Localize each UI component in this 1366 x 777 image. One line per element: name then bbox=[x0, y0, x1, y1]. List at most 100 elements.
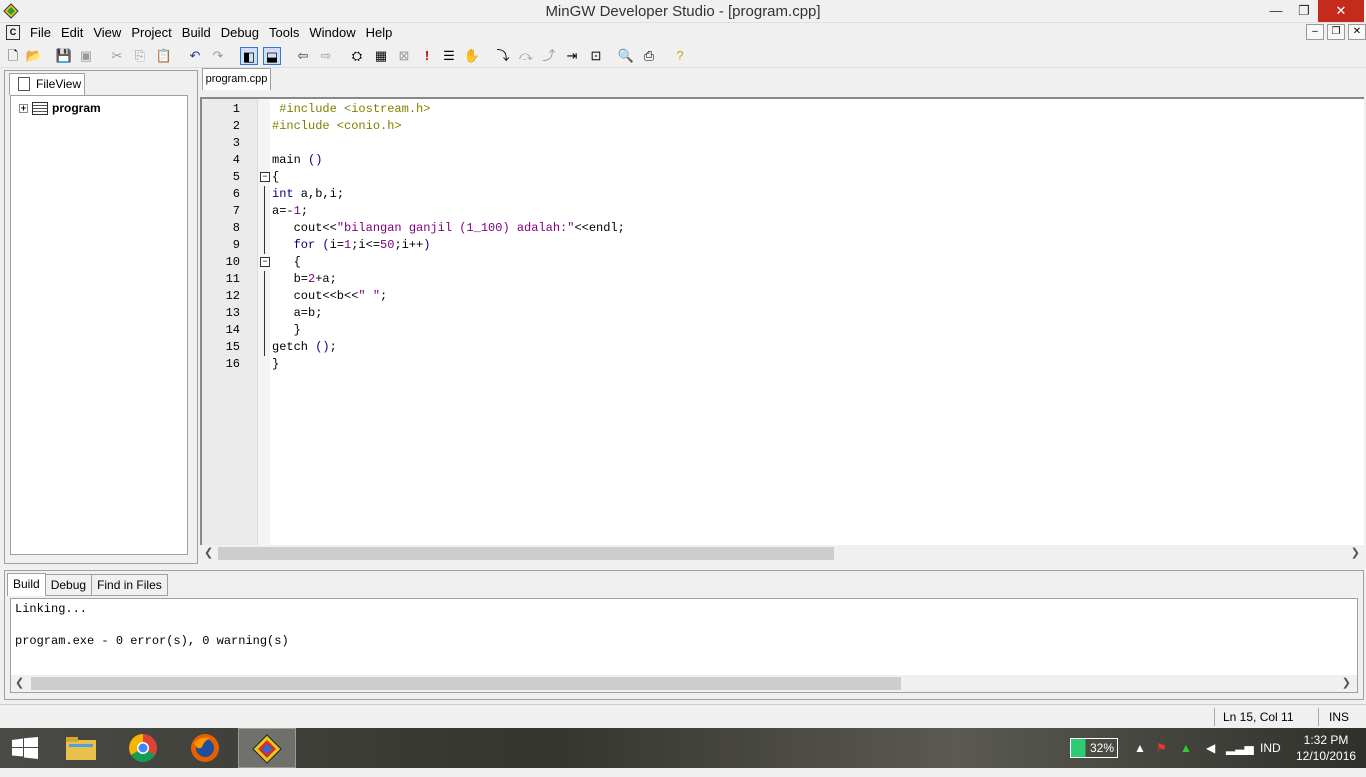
print-icon[interactable]: ⎙ bbox=[640, 47, 658, 65]
scrollbar-thumb[interactable] bbox=[31, 677, 901, 690]
cut-icon[interactable]: ✂ bbox=[108, 47, 126, 65]
menu-window[interactable]: Window bbox=[309, 25, 363, 40]
fold-collapse-icon[interactable]: − bbox=[260, 172, 270, 182]
mdi-restore-button[interactable]: ❐ bbox=[1327, 24, 1345, 40]
editor-horizontal-scrollbar[interactable]: ❮ ❯ bbox=[200, 545, 1364, 562]
code-editor[interactable]: 1 #include <iostream.h> 2 #include <conio.… bbox=[200, 97, 1364, 547]
output-horizontal-scrollbar[interactable]: ❮ ❯ bbox=[11, 675, 1357, 692]
execute-icon[interactable]: ! bbox=[418, 47, 436, 65]
restore-button[interactable]: ❐ bbox=[1290, 0, 1318, 22]
menu-file[interactable]: File bbox=[30, 25, 59, 40]
paste-icon[interactable]: 📋 bbox=[155, 47, 173, 65]
document-icon[interactable]: C bbox=[6, 25, 20, 40]
code-line[interactable]: 15 getch (); bbox=[202, 339, 1362, 356]
mdi-close-button[interactable]: ✕ bbox=[1348, 24, 1366, 40]
line-number: 1 bbox=[232, 102, 240, 116]
back-icon[interactable]: ⇦ bbox=[294, 47, 312, 65]
menu-view[interactable]: View bbox=[93, 25, 129, 40]
menu-edit[interactable]: Edit bbox=[61, 25, 91, 40]
step-into-icon[interactable]: ⤵ bbox=[494, 47, 512, 65]
minimize-button[interactable]: — bbox=[1262, 0, 1290, 22]
open-folder-icon[interactable]: 📂 bbox=[25, 47, 43, 65]
code-line[interactable]: 3 bbox=[202, 135, 1362, 152]
build-output[interactable]: Linking... program.exe - 0 error(s), 0 w… bbox=[10, 598, 1358, 693]
fold-collapse-icon[interactable]: − bbox=[260, 257, 270, 267]
menu-build[interactable]: Build bbox=[182, 25, 219, 40]
taskbar: 32% ▲ ⚑ ▲ ◀ ▂▃▅ IND 1:32 PM 12/10/2016 bbox=[0, 728, 1366, 768]
code-line[interactable]: 7 a=-1; bbox=[202, 203, 1362, 220]
line-number: 14 bbox=[225, 323, 240, 337]
code-line[interactable]: 13 a=b; bbox=[202, 305, 1362, 322]
volume-icon[interactable]: ◀ bbox=[1206, 728, 1215, 768]
help-icon[interactable]: ? bbox=[671, 47, 689, 65]
code-line[interactable]: 8 cout<<"bilangan ganjil (1_100) adalah:… bbox=[202, 220, 1362, 237]
tree-node-program[interactable]: + program bbox=[19, 101, 101, 115]
code-line[interactable]: 4 main () bbox=[202, 152, 1362, 169]
mdi-minimize-button[interactable]: – bbox=[1306, 24, 1324, 40]
mdi-controls: – ❐ ✕ bbox=[1303, 24, 1366, 40]
windows-start-icon[interactable] bbox=[12, 737, 38, 759]
hand-icon[interactable]: ✋ bbox=[463, 47, 481, 65]
code-line[interactable]: 5 −{ bbox=[202, 169, 1362, 186]
firefox-icon[interactable] bbox=[176, 728, 234, 768]
scroll-left-icon[interactable]: ❮ bbox=[15, 676, 24, 689]
tab-build[interactable]: Build bbox=[7, 573, 46, 596]
code-line[interactable]: 9 for (i=1;i<=50;i++) bbox=[202, 237, 1362, 254]
code-line[interactable]: 11 b=2+a; bbox=[202, 271, 1362, 288]
forward-icon[interactable]: ⇨ bbox=[317, 47, 335, 65]
undo-icon[interactable]: ↶ bbox=[186, 47, 204, 65]
code-line[interactable]: 12 cout<<b<<" "; bbox=[202, 288, 1362, 305]
scrollbar-thumb[interactable] bbox=[218, 547, 834, 560]
tab-program-cpp[interactable]: program.cpp bbox=[202, 68, 271, 90]
network-flag-icon[interactable]: ⚑ bbox=[1156, 728, 1167, 768]
signal-icon[interactable]: ▂▃▅ bbox=[1226, 728, 1254, 768]
expand-icon[interactable]: + bbox=[19, 103, 28, 113]
run-to-cursor-icon[interactable]: ⇥ bbox=[563, 47, 581, 65]
clock[interactable]: 1:32 PM 12/10/2016 bbox=[1296, 732, 1356, 764]
new-file-icon[interactable]: 🗋 bbox=[4, 47, 22, 65]
quick-watch-icon[interactable]: ⊡ bbox=[587, 47, 605, 65]
app-tray-icon[interactable]: ▲ bbox=[1180, 728, 1192, 768]
tab-debug[interactable]: Debug bbox=[44, 574, 93, 596]
menu-debug[interactable]: Debug bbox=[221, 25, 267, 40]
code-line[interactable]: 14 } bbox=[202, 322, 1362, 339]
code-line[interactable]: 6 int a,b,i; bbox=[202, 186, 1362, 203]
chrome-icon[interactable] bbox=[114, 728, 172, 768]
line-number: 15 bbox=[225, 340, 240, 354]
file-explorer-icon[interactable] bbox=[52, 728, 110, 768]
scroll-right-icon[interactable]: ❯ bbox=[1351, 546, 1360, 559]
code-line[interactable]: 10 − { bbox=[202, 254, 1362, 271]
stop-build-icon[interactable]: ⊠ bbox=[395, 47, 413, 65]
menu-project[interactable]: Project bbox=[131, 25, 179, 40]
battery-indicator[interactable]: 32% bbox=[1070, 738, 1118, 758]
output-toggle-icon[interactable]: ⬓ bbox=[263, 47, 281, 65]
copy-icon[interactable]: ⎘ bbox=[131, 47, 149, 65]
find-icon[interactable]: 🔍 bbox=[617, 47, 635, 65]
scroll-left-icon[interactable]: ❮ bbox=[204, 546, 213, 559]
code-line[interactable]: 16} bbox=[202, 356, 1362, 373]
scroll-right-icon[interactable]: ❯ bbox=[1342, 676, 1351, 689]
workspace-toggle-icon[interactable]: ◧ bbox=[240, 47, 258, 65]
code-text: } bbox=[272, 323, 301, 337]
menu-help[interactable]: Help bbox=[366, 25, 401, 40]
step-over-icon[interactable]: ⤼ bbox=[517, 47, 535, 65]
build-icon[interactable]: ▦ bbox=[372, 47, 390, 65]
tray-expand-icon[interactable]: ▲ bbox=[1134, 728, 1146, 768]
tab-fileview[interactable]: FileView bbox=[9, 73, 85, 95]
close-button[interactable]: ✕ bbox=[1318, 0, 1364, 22]
save-icon[interactable]: 💾 bbox=[55, 47, 73, 65]
redo-icon[interactable]: ↷ bbox=[209, 47, 227, 65]
code-text: for (i=1;i<=50;i++) bbox=[293, 238, 431, 252]
menu-items: File Edit View Project Build Debug Tools Window… bbox=[30, 25, 402, 40]
compile-icon[interactable]: ⛭ bbox=[348, 47, 366, 65]
step-out-icon[interactable]: ⤴ bbox=[540, 47, 558, 65]
output-tabs: Build Debug Find in Files bbox=[7, 573, 168, 596]
menu-tools[interactable]: Tools bbox=[269, 25, 307, 40]
tab-find-in-files[interactable]: Find in Files bbox=[91, 574, 168, 596]
save-all-icon[interactable]: ▣ bbox=[77, 47, 95, 65]
language-indicator[interactable]: IND bbox=[1260, 728, 1281, 768]
mingw-taskbar-icon[interactable] bbox=[238, 728, 296, 768]
code-line[interactable]: 1 #include <iostream.h> bbox=[202, 101, 1362, 118]
toggle-breakpoint-icon[interactable]: ☰ bbox=[440, 47, 458, 65]
code-line[interactable]: 2 #include <conio.h> bbox=[202, 118, 1362, 135]
